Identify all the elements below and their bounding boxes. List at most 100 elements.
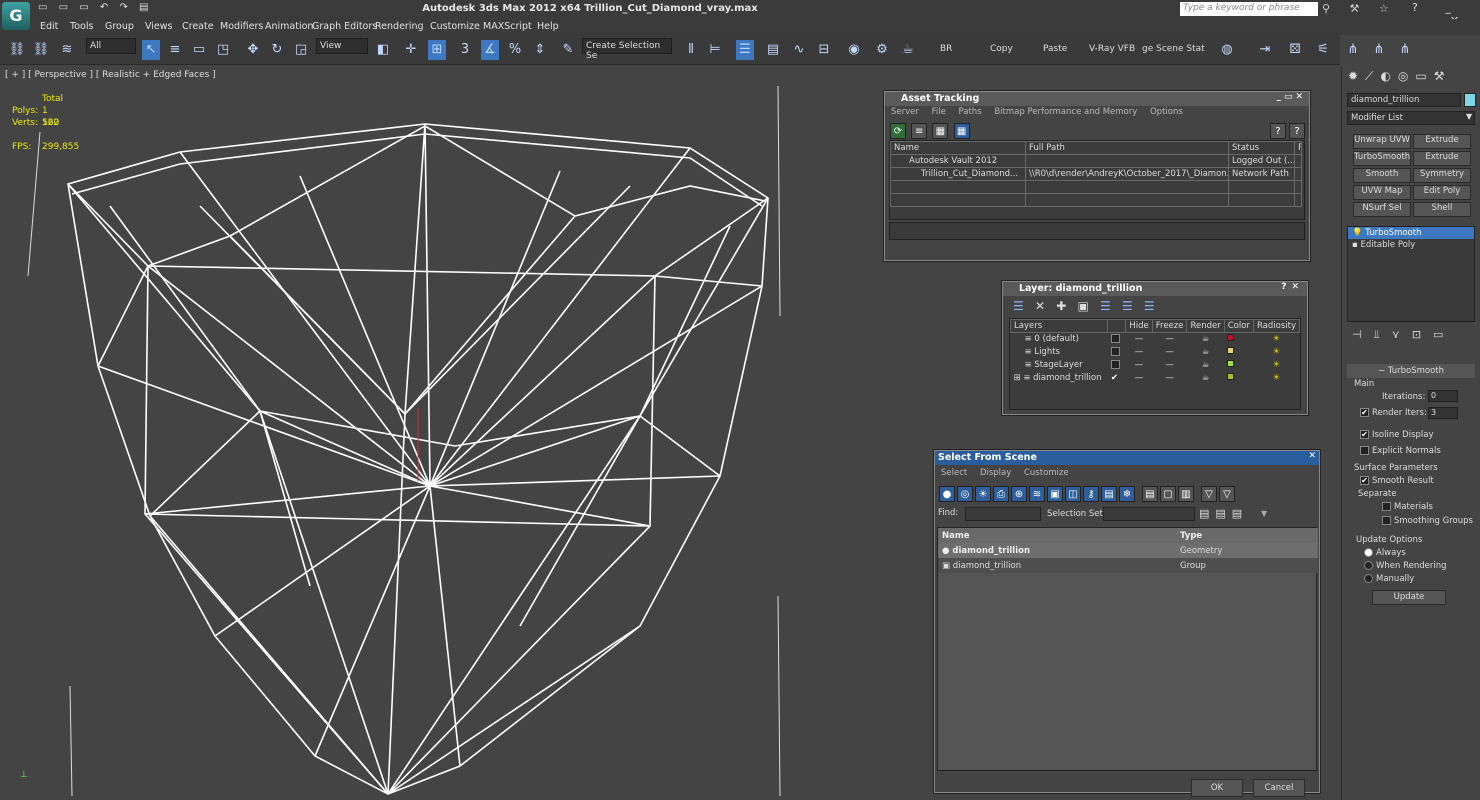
always-radio[interactable]	[1364, 548, 1373, 557]
at-menu-paths[interactable]: Paths	[959, 107, 982, 117]
filter-xrefs-icon[interactable]: ◫	[1065, 486, 1081, 502]
search-input[interactable]: Type a keyword or phrase	[1180, 2, 1318, 16]
layer-color-swatch[interactable]	[1227, 347, 1235, 354]
layer-dialog-window-controls[interactable]: ?✕	[1281, 282, 1304, 292]
manually-radio[interactable]	[1364, 574, 1373, 583]
filter-shapes-icon[interactable]: ◎	[957, 486, 973, 502]
delete-layer-icon[interactable]: ✕	[1035, 299, 1045, 313]
at-menu-server[interactable]: Server	[891, 107, 919, 117]
infocenter-icons[interactable]: ⚲ ⚒ ☆	[1322, 2, 1397, 15]
update-button[interactable]: Update	[1372, 590, 1446, 605]
menu-graph-editors[interactable]: Graph Editors	[312, 21, 377, 32]
light-icon[interactable]: ⚟	[1314, 40, 1332, 60]
sfs-set-tools-icons[interactable]: ▤▤▤	[1199, 507, 1248, 520]
select-by-name-icon[interactable]: ≡	[166, 40, 184, 60]
layer-color-swatch[interactable]	[1227, 360, 1235, 367]
curve-editor-icon[interactable]: ∿	[790, 40, 808, 60]
table-row[interactable]: ● diamond_trillion Geometry	[938, 543, 1318, 558]
material-editor-icon[interactable]: ◉	[845, 40, 863, 60]
reference-coordinate-select[interactable]: View	[316, 38, 368, 54]
stack-item[interactable]: ▪ Editable Poly	[1348, 239, 1474, 251]
filter-bones-icon[interactable]: ⚷	[1083, 486, 1099, 502]
sfs-find-input[interactable]	[965, 507, 1041, 521]
rectangular-selection-icon[interactable]: ▭	[190, 40, 208, 60]
layer-col-layers[interactable]: Layers	[1009, 319, 1109, 333]
object-color-swatch[interactable]	[1464, 93, 1476, 107]
layer-current-checkmark-icon[interactable]: ✔	[1108, 372, 1126, 385]
modifier-button[interactable]: Extrude	[1413, 151, 1471, 166]
at-grid-icon[interactable]: ▦	[953, 123, 970, 139]
layer-col-freeze[interactable]: Freeze	[1151, 319, 1188, 333]
menu-help[interactable]: Help	[537, 21, 559, 32]
sfs-menu-customize[interactable]: Customize	[1024, 468, 1069, 478]
at-table-icon[interactable]: ▦	[932, 123, 949, 139]
stack-item[interactable]: 💡 TurboSmooth	[1348, 227, 1474, 239]
modifier-list-select[interactable]: Modifier List	[1347, 111, 1475, 125]
layer-dialog-title-bar[interactable]: Layer: diamond_trillion ?✕	[1003, 282, 1307, 296]
list-item[interactable]: ⊞ ≡ diamond_trillion ✔ — — ☕ ☀	[1011, 372, 1300, 385]
stack-tools-icons[interactable]: ⊣⫫⋎⊡▭	[1352, 328, 1455, 342]
ok-button[interactable]: OK	[1191, 779, 1243, 797]
percent-snap-icon[interactable]: %	[506, 40, 524, 60]
layer-current-checkbox[interactable]	[1110, 347, 1120, 356]
filter-lights-icon[interactable]: ☀	[975, 486, 991, 502]
menu-group[interactable]: Group	[105, 21, 134, 32]
sfs-object-list[interactable]: Name Type ● diamond_trillion Geometry ▣ …	[937, 527, 1318, 771]
at-col-status[interactable]: Status	[1228, 141, 1295, 155]
layer-col-hide[interactable]: Hide	[1125, 319, 1153, 333]
filter-funnel-add-icon[interactable]: ▽	[1219, 486, 1235, 502]
snaps-toggle-icon[interactable]: 3	[456, 40, 474, 60]
at-col-path[interactable]: Full Path	[1025, 141, 1229, 155]
pivot-center-icon[interactable]: ◧	[374, 40, 392, 60]
sfs-menu-display[interactable]: Display	[980, 468, 1011, 478]
modifier-button[interactable]: Extrude	[1413, 134, 1471, 149]
layer-col-color[interactable]: Color	[1223, 319, 1254, 333]
modifier-button[interactable]: Shell	[1413, 202, 1471, 217]
modifier-stack[interactable]: 💡 TurboSmooth ▪ Editable Poly	[1347, 226, 1475, 322]
menu-rendering[interactable]: Rendering	[375, 21, 424, 32]
render-iters-spinner[interactable]: 3	[1428, 407, 1458, 419]
sfs-dropdown-icon[interactable]: ▼	[1261, 509, 1267, 518]
scatter-icon[interactable]: ⋔	[1344, 40, 1362, 60]
menu-views[interactable]: Views	[145, 21, 173, 32]
asset-tracking-window-controls[interactable]: _▭✕	[1276, 92, 1306, 102]
modifier-button[interactable]: Unwrap UVW	[1353, 134, 1411, 149]
iterations-spinner[interactable]: 0	[1428, 390, 1458, 402]
modifier-button[interactable]: UVW Map	[1353, 185, 1411, 200]
menu-modifiers[interactable]: Modifiers	[220, 21, 263, 32]
layer-col-render[interactable]: Render	[1186, 319, 1225, 333]
selection-filter-select[interactable]: All	[86, 38, 136, 54]
sfs-col-name[interactable]: Name	[938, 528, 1176, 543]
render-icon[interactable]: ☕	[899, 40, 917, 60]
table-row[interactable]: Trillion_Cut_Diamond... \\R0\d\render\An…	[890, 167, 1302, 181]
manipulate-icon[interactable]: ✛	[402, 40, 420, 60]
sfs-selection-set-select[interactable]	[1103, 507, 1195, 521]
at-refresh-icon[interactable]: ⟳	[890, 123, 906, 139]
filter-cameras-icon[interactable]: ⎙	[993, 486, 1009, 502]
at-info-icon[interactable]: ?	[1289, 123, 1305, 139]
window-crossing-icon[interactable]: ◳	[214, 40, 232, 60]
filter-frozen-icon[interactable]: ❄	[1119, 486, 1135, 502]
sfs-close-icon[interactable]: ✕	[1308, 451, 1316, 461]
display-invert-icon[interactable]: ▥	[1178, 486, 1194, 502]
render-iters-checkbox[interactable]: ✔	[1360, 408, 1369, 417]
angle-snap-icon[interactable]: ∡	[481, 40, 499, 60]
when-rendering-radio[interactable]	[1364, 561, 1373, 570]
asset-tracking-list[interactable]: Name Full Path Status Pr Autodesk Vault …	[889, 140, 1305, 220]
proxy-icon[interactable]: ⚄	[1286, 40, 1304, 60]
rotate-icon[interactable]: ↻	[268, 40, 286, 60]
stage-scene-button[interactable]: ge Scene Stat	[1142, 44, 1205, 54]
modifier-button[interactable]: Symmetry	[1413, 168, 1471, 183]
modifier-button[interactable]: TurboSmooth	[1353, 151, 1411, 166]
list-item[interactable]: ≡ Lights — — ☕ ☀	[1011, 346, 1300, 359]
object-name-field[interactable]: diamond_trillion	[1347, 93, 1461, 107]
at-col-pr[interactable]: Pr	[1294, 141, 1302, 155]
at-menu-options[interactable]: Options	[1150, 107, 1183, 117]
highlight-layer-icon[interactable]: ☰	[1100, 299, 1111, 313]
at-menu-file[interactable]: File	[932, 107, 946, 117]
freeze-all-layers-icon[interactable]: ☰	[1144, 299, 1155, 313]
menu-edit[interactable]: Edit	[40, 21, 58, 32]
graphite-ribbon-icon[interactable]: ▤	[764, 40, 782, 60]
filter-funnel-icon[interactable]: ▽	[1201, 486, 1217, 502]
display-all-icon[interactable]: ▤	[1142, 486, 1158, 502]
